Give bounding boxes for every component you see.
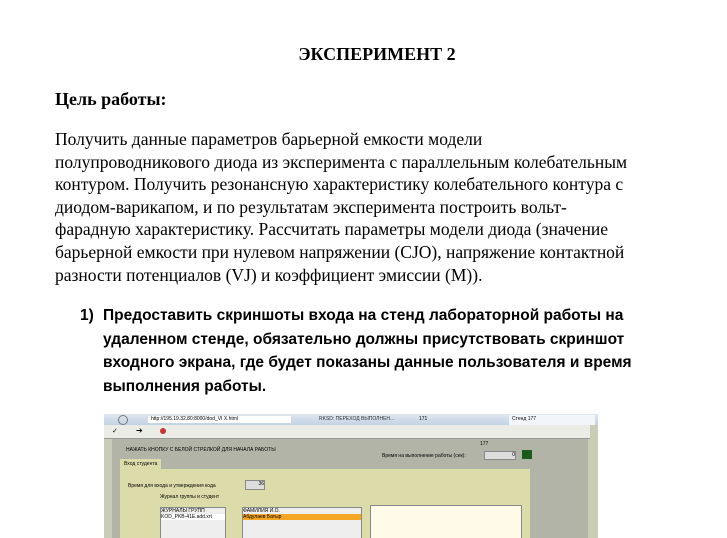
instruction: НАЖАТЬ КНОПКУ С БЕЛОЙ СТРЕЛКОЙ ДЛЯ НАЧАЛ… [126,447,276,453]
led-indicator [522,450,532,459]
goal-heading: Цель работы: [55,89,167,109]
paragraph-line: контуром. Получить резонансную характери… [55,174,624,195]
code-time-label: Время для входа и утверждения кода [128,483,216,489]
list-line: Предоставить скриншоты входа на стенд ла… [103,307,624,324]
paragraph-line: полупроводникового диода из эксперимента… [55,151,628,172]
time-value: 0 [484,451,516,460]
browser-bar: http://195.19.32.80:8000/dod_VI X.html R… [104,414,598,425]
run-icon: ✓ [112,428,118,435]
name-item[interactable]: Абдулаев Батыр [243,514,361,520]
vi-panel: НАЖАТЬ КНОПКУ С БЕЛОЙ СТРЕЛКОЙ ДЛЯ НАЧАЛ… [112,439,588,538]
tab-student: Вход студента [120,459,162,469]
journals-list[interactable]: ЖУРНАЛЫ ГРУПП KOD_PKB-41E.add.xrt [160,507,226,538]
tab-active: Стенд 177 [509,415,595,425]
list-line: выполнения работы. [103,377,267,395]
toolbar: ✓ ➔ [104,425,590,439]
arrow-icon: ➔ [136,426,143,435]
tab: 171 [419,416,428,422]
page-title: ЭКСПЕРИМЕНТ 2 [298,44,456,64]
names-list[interactable]: ФАМИЛИЯ И.О. Абдулаев Батыр [242,507,362,538]
embedded-screenshot: http://195.19.32.80:8000/dod_VI X.html R… [104,414,598,538]
paragraph-line: фарадную характеристику. Рассчитать пара… [55,219,609,240]
student-tab-panel: Время для входа и утверждения кода 36 Жу… [120,469,530,538]
list-number: 1) [80,307,94,324]
time-label: Время на выполнение работы (сек): [382,453,466,459]
list-line: удаленном стенде, обязательно должны при… [103,330,625,348]
tab: RKSD: ПЕРЕХОД ВЫПОЛНЕН... [319,416,395,422]
subtab: Журнал группы и студент [160,494,220,500]
stop-icon [160,428,166,434]
list-line: входного экрана, где будет показаны данн… [103,354,632,371]
tree-view [370,505,522,538]
paragraph-line: диодом-варикапом, и по результатам экспе… [55,196,567,217]
stand-number: 177 [480,441,489,447]
code-time-value: 36 [245,480,265,490]
journal-item[interactable]: KOD_PKB-41E.add.xrt [161,514,225,520]
paragraph-line: разности потенциалов (VJ) и коэффициент … [55,264,483,285]
address-bar: http://195.19.32.80:8000/dod_VI X.html [148,416,291,423]
paragraph-line: Получить данные параметров барьерной емк… [55,129,483,149]
goal-paragraph: Получить данные параметров барьерной емк… [55,128,627,286]
paragraph-line: барьерной емкости при нулевом напряжении… [55,241,625,262]
back-icon [118,415,128,425]
